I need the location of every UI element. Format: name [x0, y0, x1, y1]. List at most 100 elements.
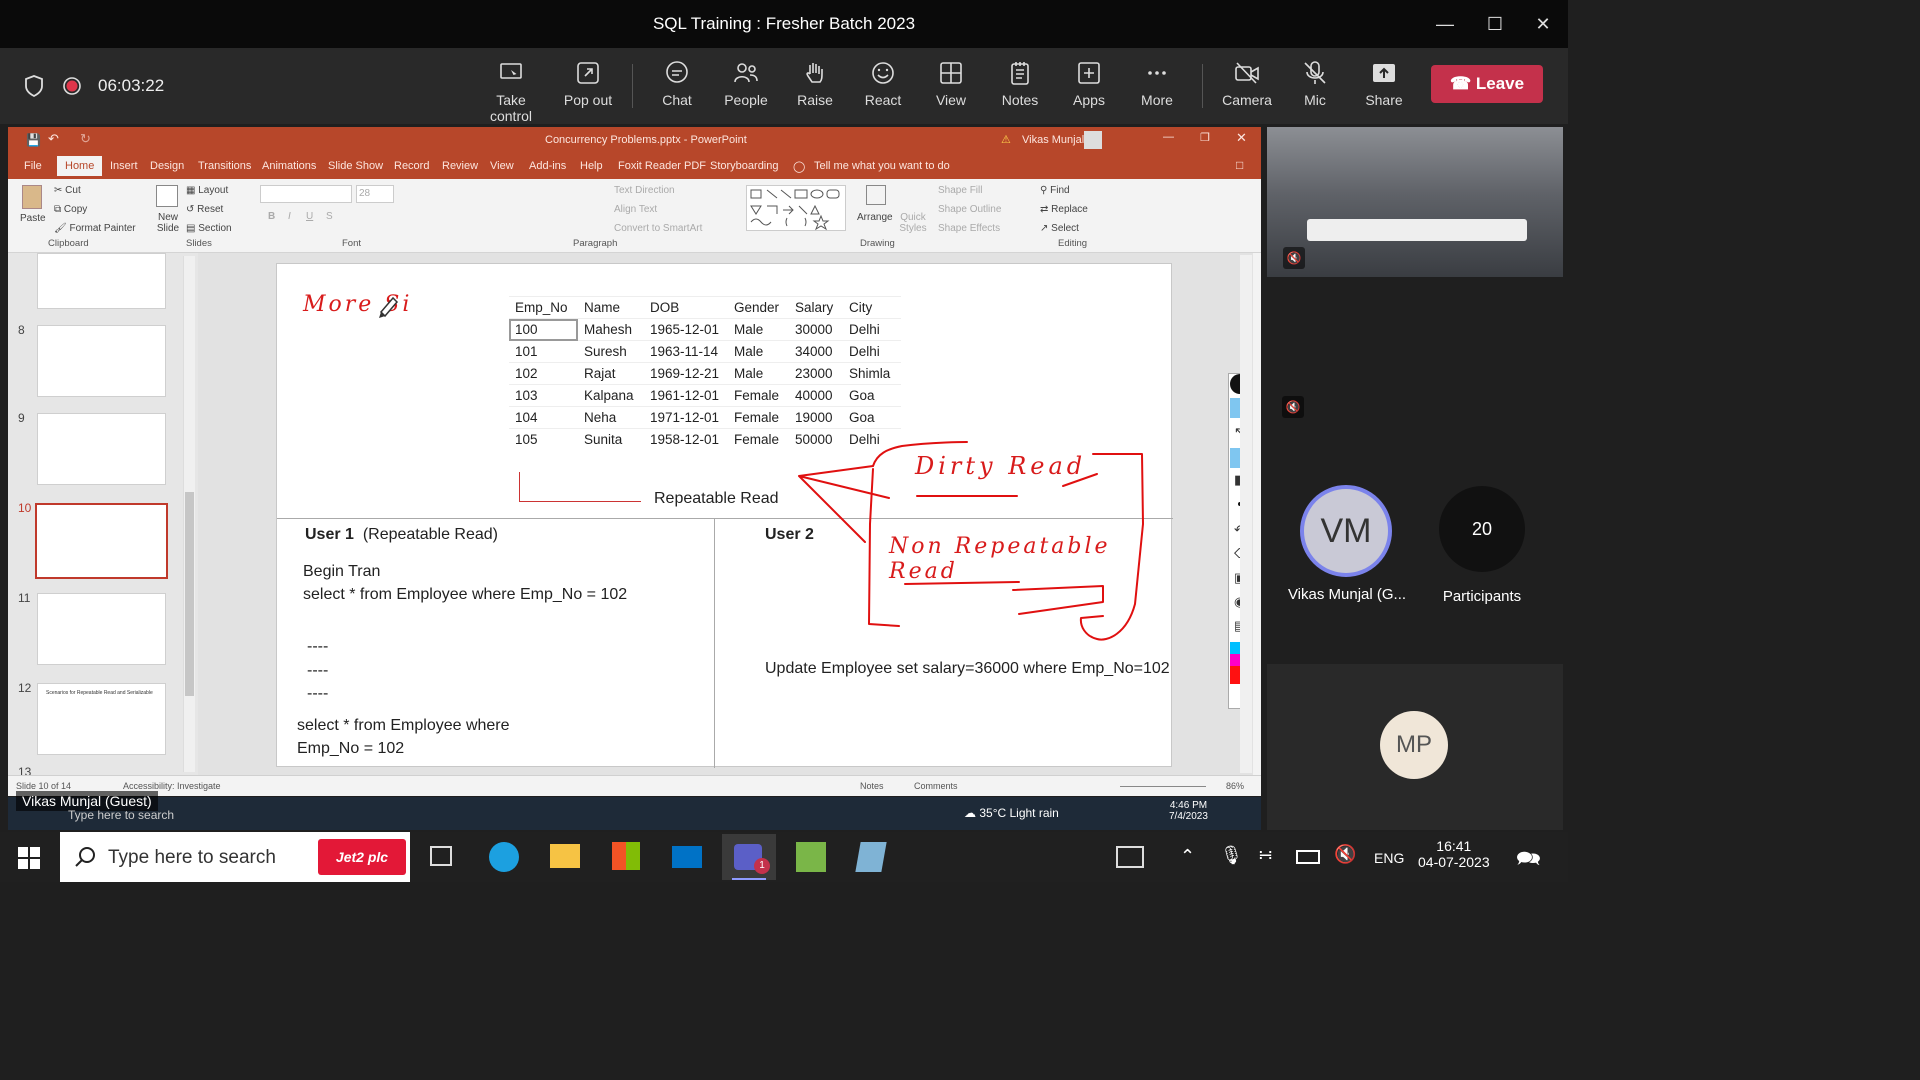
- user-avatar[interactable]: [1084, 131, 1102, 149]
- react-button[interactable]: React: [848, 60, 918, 108]
- reset-button[interactable]: ↺ Reset: [186, 204, 223, 215]
- color-cyan[interactable]: [1230, 642, 1240, 654]
- slide-thumbnail-8[interactable]: [37, 325, 166, 397]
- cut-button[interactable]: ✂ Cut: [54, 185, 81, 196]
- shapes-gallery[interactable]: [746, 185, 846, 231]
- share-button[interactable]: Share: [1349, 60, 1419, 108]
- tab-storyboarding[interactable]: Storyboarding: [710, 160, 779, 172]
- ppt-restore-icon[interactable]: ❐: [1200, 131, 1210, 144]
- save-icon[interactable]: 💾: [26, 133, 41, 147]
- font-size-select[interactable]: 28: [356, 185, 394, 203]
- mail-icon[interactable]: [672, 846, 702, 868]
- zoom-level[interactable]: 86%: [1226, 781, 1244, 791]
- inner-search-box[interactable]: Type here to search: [68, 808, 174, 822]
- tab-add-ins[interactable]: Add-ins: [529, 160, 566, 172]
- language-indicator[interactable]: ENG: [1374, 850, 1404, 866]
- avatar-vm[interactable]: VM: [1300, 485, 1392, 577]
- microphone-icon[interactable]: 🎙: [1220, 845, 1243, 866]
- thumbnail-scrollbar[interactable]: [183, 256, 195, 772]
- font-family-select[interactable]: [260, 185, 352, 203]
- copy-button[interactable]: ⧉ Copy: [54, 204, 87, 215]
- tab-review[interactable]: Review: [442, 160, 478, 172]
- more-button[interactable]: More: [1122, 60, 1192, 108]
- shadow-button[interactable]: S: [326, 211, 333, 222]
- tab-foxit[interactable]: Foxit Reader PDF: [618, 160, 706, 172]
- leave-button[interactable]: ☎ Leave: [1431, 65, 1543, 103]
- shape-fill-button[interactable]: Shape Fill: [938, 185, 982, 196]
- bold-button[interactable]: B: [268, 211, 275, 222]
- notepad-icon[interactable]: [855, 842, 887, 872]
- tab-file[interactable]: File: [24, 160, 42, 172]
- edge-icon[interactable]: [489, 842, 519, 872]
- tell-me-search[interactable]: Tell me what you want to do: [814, 160, 950, 172]
- file-explorer-icon[interactable]: [550, 844, 580, 868]
- accessibility-status[interactable]: Accessibility: Investigate: [123, 781, 221, 791]
- ppt-close-icon[interactable]: ✕: [1236, 130, 1247, 146]
- participant-tile-mp[interactable]: MP: [1267, 664, 1563, 830]
- comments-toggle[interactable]: Comments: [914, 781, 958, 791]
- tab-view[interactable]: View: [490, 160, 514, 172]
- camera-button[interactable]: Camera: [1212, 60, 1282, 108]
- app-icon[interactable]: [796, 842, 826, 872]
- chat-button[interactable]: Chat: [642, 60, 712, 108]
- notifications-icon[interactable]: 🗪: [1516, 844, 1541, 878]
- room-video-tile[interactable]: 🔇: [1267, 127, 1563, 277]
- notes-button[interactable]: Notes: [985, 60, 1055, 108]
- slide-thumbnail-9[interactable]: [37, 413, 166, 485]
- tab-slide-show[interactable]: Slide Show: [328, 160, 383, 172]
- participant-count[interactable]: 20: [1439, 486, 1525, 572]
- tab-animations[interactable]: Animations: [262, 160, 316, 172]
- weather-widget[interactable]: ☁ 35°C Light rain: [964, 806, 1059, 820]
- shape-effects-button[interactable]: Shape Effects: [938, 223, 1000, 234]
- pop-out-button[interactable]: Pop out: [553, 60, 623, 108]
- take-control-button[interactable]: Take control: [476, 60, 546, 124]
- minimize-icon[interactable]: —: [1430, 10, 1460, 38]
- close-icon[interactable]: ✕: [1528, 10, 1558, 38]
- section-button[interactable]: ▤ Section: [186, 223, 232, 234]
- slide-thumbnail-11[interactable]: [37, 593, 166, 665]
- new-slide-button[interactable]: New Slide: [152, 212, 184, 234]
- view-button[interactable]: View: [916, 60, 986, 108]
- tab-insert[interactable]: Insert: [110, 160, 138, 172]
- teams-taskbar-button[interactable]: 1: [722, 834, 776, 880]
- chevron-up-icon[interactable]: ⌃: [1180, 846, 1195, 867]
- pinned-jet2[interactable]: Jet2 plc: [318, 839, 406, 875]
- apps-button[interactable]: Apps: [1054, 60, 1124, 108]
- quick-styles-button[interactable]: Quick Styles: [898, 212, 928, 234]
- italic-button[interactable]: I: [288, 211, 291, 222]
- comments-icon[interactable]: □: [1236, 158, 1243, 172]
- slide-thumbnail-7[interactable]: [37, 253, 166, 309]
- slide-thumbnail-12[interactable]: Scenarios for Repeatable Read and Serial…: [37, 683, 166, 755]
- zoom-slider[interactable]: [1120, 786, 1206, 787]
- color-magenta[interactable]: [1230, 654, 1240, 666]
- ppt-minimize-icon[interactable]: —: [1163, 131, 1174, 143]
- maximize-icon[interactable]: ☐: [1480, 10, 1510, 38]
- taskbar-search-box[interactable]: Type here to search Jet2 plc: [60, 832, 410, 882]
- slide-thumbnail-10-selected[interactable]: [35, 503, 168, 579]
- find-button[interactable]: ⚲ Find: [1040, 185, 1070, 196]
- layout-button[interactable]: ▦ Layout: [186, 185, 228, 196]
- shape-outline-button[interactable]: Shape Outline: [938, 204, 1001, 215]
- underline-button[interactable]: U: [306, 211, 313, 222]
- replace-button[interactable]: ⇄ Replace: [1040, 204, 1088, 215]
- people-button[interactable]: People: [711, 60, 781, 108]
- windows-start-icon[interactable]: [18, 847, 40, 869]
- slide-scrollbar[interactable]: [1240, 255, 1252, 773]
- redo-icon[interactable]: ↻: [80, 131, 91, 147]
- tab-design[interactable]: Design: [150, 160, 184, 172]
- undo-icon[interactable]: ↶: [48, 131, 59, 147]
- battery-icon[interactable]: [1296, 850, 1320, 864]
- arrange-button[interactable]: Arrange: [857, 212, 893, 223]
- paste-button[interactable]: Paste: [20, 213, 46, 224]
- task-view-icon[interactable]: [430, 846, 452, 866]
- keyboard-icon[interactable]: [1116, 846, 1144, 868]
- tab-transitions[interactable]: Transitions: [198, 160, 251, 172]
- text-direction-button[interactable]: Text Direction: [614, 185, 675, 196]
- notes-toggle[interactable]: Notes: [860, 781, 884, 791]
- clock[interactable]: 16:41 04-07-2023: [1418, 838, 1490, 870]
- mic-button[interactable]: Mic: [1280, 60, 1350, 108]
- tab-home[interactable]: Home: [57, 156, 103, 176]
- volume-muted-icon[interactable]: 🔇: [1334, 844, 1356, 865]
- store-icon[interactable]: [612, 842, 640, 870]
- tab-help[interactable]: Help: [580, 160, 603, 172]
